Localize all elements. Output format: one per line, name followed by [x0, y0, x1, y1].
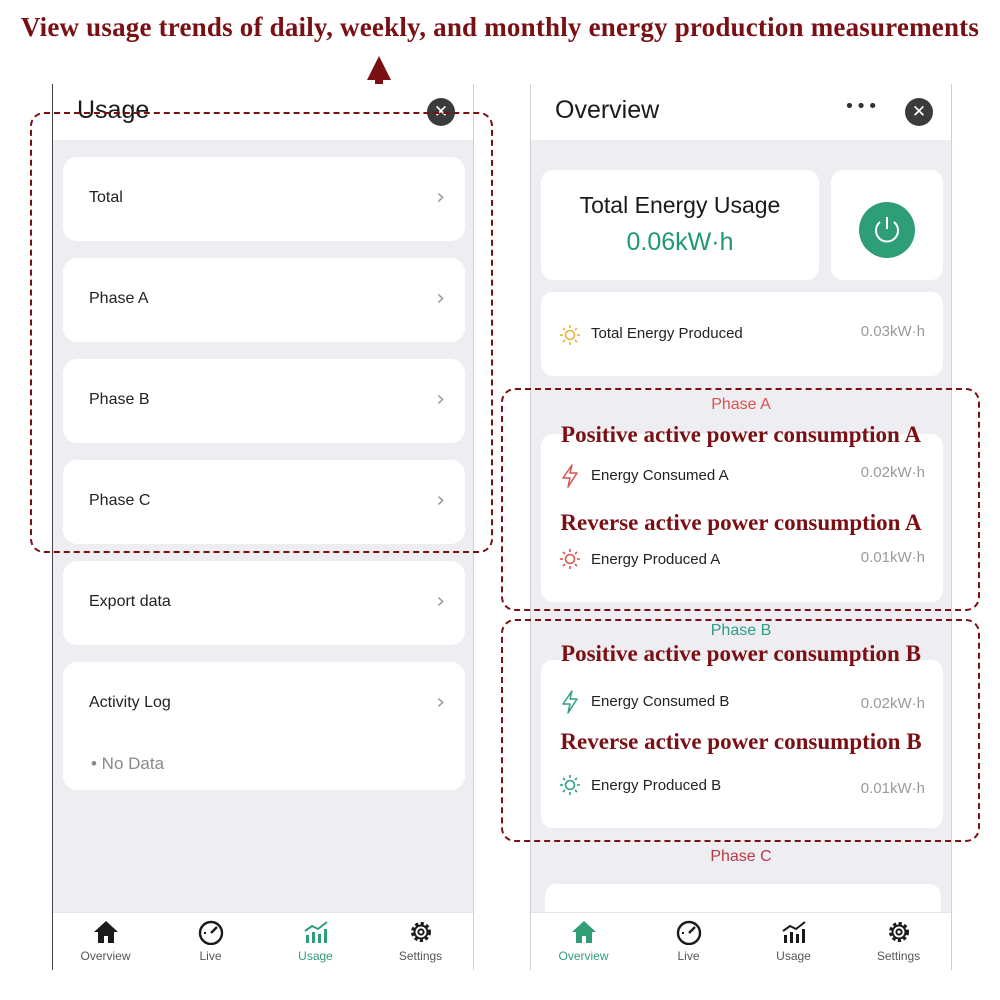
row-value: 0.02kW·h [860, 695, 925, 712]
chevron-right-icon: › [436, 387, 445, 412]
chevron-right-icon: › [436, 589, 445, 614]
tab-live[interactable]: Live [158, 919, 263, 963]
tab-label: Overview [558, 949, 609, 963]
chart-icon [303, 921, 328, 943]
row-value: 0.01kW·h [860, 780, 925, 797]
tab-label: Usage [776, 949, 811, 963]
phase-b-title: Phase B [710, 622, 772, 639]
chevron-right-icon: › [436, 488, 445, 513]
gauge-icon [676, 920, 701, 945]
row-value: 0.02kW·h [860, 464, 925, 481]
tab-label: Settings [398, 949, 443, 963]
row-value: 0.01kW·h [860, 549, 925, 566]
tab-label: Usage [298, 949, 333, 963]
close-button[interactable]: ✕ [905, 98, 933, 126]
home-icon [571, 921, 596, 943]
menu-item-label: Phase A [89, 290, 149, 307]
tab-usage[interactable]: Usage [263, 919, 368, 963]
menu-item-export-data[interactable]: Export data › [63, 561, 465, 645]
phase-b-reverse-caption: Reverse active power consumption B [560, 729, 922, 754]
tab-usage[interactable]: Usage [741, 919, 846, 963]
menu-item-total[interactable]: Total › [63, 157, 465, 241]
row-label: Energy Produced B [591, 777, 722, 794]
sun-icon [560, 549, 580, 569]
phase-a-title: Phase A [711, 396, 771, 413]
usage-screen: Usage ✕ Total › Phase A › Phase B › Phas… [52, 84, 474, 970]
chart-icon [781, 921, 806, 943]
total-energy-usage-label: Total Energy Usage [579, 192, 781, 218]
tab-label: Settings [876, 949, 921, 963]
row-label: Total Energy Produced [591, 325, 743, 342]
tab-label: Live [677, 949, 700, 963]
sun-icon [560, 325, 580, 345]
phase-a-reverse-caption: Reverse active power consumption A [560, 510, 922, 535]
lightning-icon [562, 690, 578, 714]
page-title: Overview [555, 96, 660, 124]
menu-item-phase-b[interactable]: Phase B › [63, 359, 465, 443]
home-icon [93, 921, 118, 943]
power-card [831, 170, 943, 280]
menu-item-label: Phase B [89, 391, 150, 408]
bottom-tab-bar: Overview Live Usage Settings [531, 912, 951, 970]
chevron-right-icon: › [436, 690, 445, 715]
chevron-right-icon: › [436, 286, 445, 311]
gear-icon [888, 922, 909, 942]
tab-live[interactable]: Live [636, 919, 741, 963]
total-energy-usage-card: Total Energy Usage 0.06kW·h [541, 170, 819, 280]
page-title: Usage [77, 96, 150, 124]
menu-item-phase-c[interactable]: Phase C › [63, 460, 465, 544]
chevron-right-icon: › [436, 185, 445, 210]
sun-icon [560, 775, 580, 795]
overview-header: Overview ••• ✕ [531, 84, 951, 140]
phase-a-positive-caption: Positive active power consumption A [561, 422, 921, 447]
more-icon[interactable]: ••• [844, 96, 879, 117]
tab-settings[interactable]: Settings [846, 919, 951, 963]
lightning-icon [562, 464, 578, 488]
row-label: Energy Consumed B [591, 693, 730, 710]
tab-label: Live [199, 949, 222, 963]
menu-item-activity-log[interactable]: Activity Log › • No Data [63, 662, 465, 790]
gear-icon [410, 922, 431, 942]
phase-c-title: Phase C [710, 848, 772, 865]
menu-item-label: Phase C [89, 492, 151, 509]
gauge-icon [198, 920, 223, 945]
menu-item-label: Total [89, 189, 123, 206]
row-label: Energy Produced A [591, 551, 721, 568]
power-icon [875, 217, 899, 243]
row-label: Energy Consumed A [591, 467, 729, 484]
top-caption: View usage trends of daily, weekly, and … [20, 12, 980, 42]
tab-label: Overview [80, 949, 131, 963]
phase-b-positive-caption: Positive active power consumption B [561, 641, 921, 666]
menu-item-label: Activity Log [89, 694, 171, 711]
usage-header: Usage ✕ [53, 84, 473, 140]
tab-overview[interactable]: Overview [531, 919, 636, 963]
menu-item-label: Export data [89, 593, 171, 610]
tab-overview[interactable]: Overview [53, 919, 158, 963]
row-value: 0.03kW·h [860, 323, 925, 340]
power-button[interactable] [859, 202, 915, 258]
bottom-tab-bar: Overview Live Usage Settings [53, 912, 473, 970]
close-button[interactable]: ✕ [427, 98, 455, 126]
total-energy-produced-card: Total Energy Produced 0.03kW·h [541, 292, 943, 376]
tab-settings[interactable]: Settings [368, 919, 473, 963]
empty-state-text: • No Data [91, 754, 165, 773]
menu-item-phase-a[interactable]: Phase A › [63, 258, 465, 342]
total-energy-usage-value: 0.06kW·h [626, 228, 734, 256]
